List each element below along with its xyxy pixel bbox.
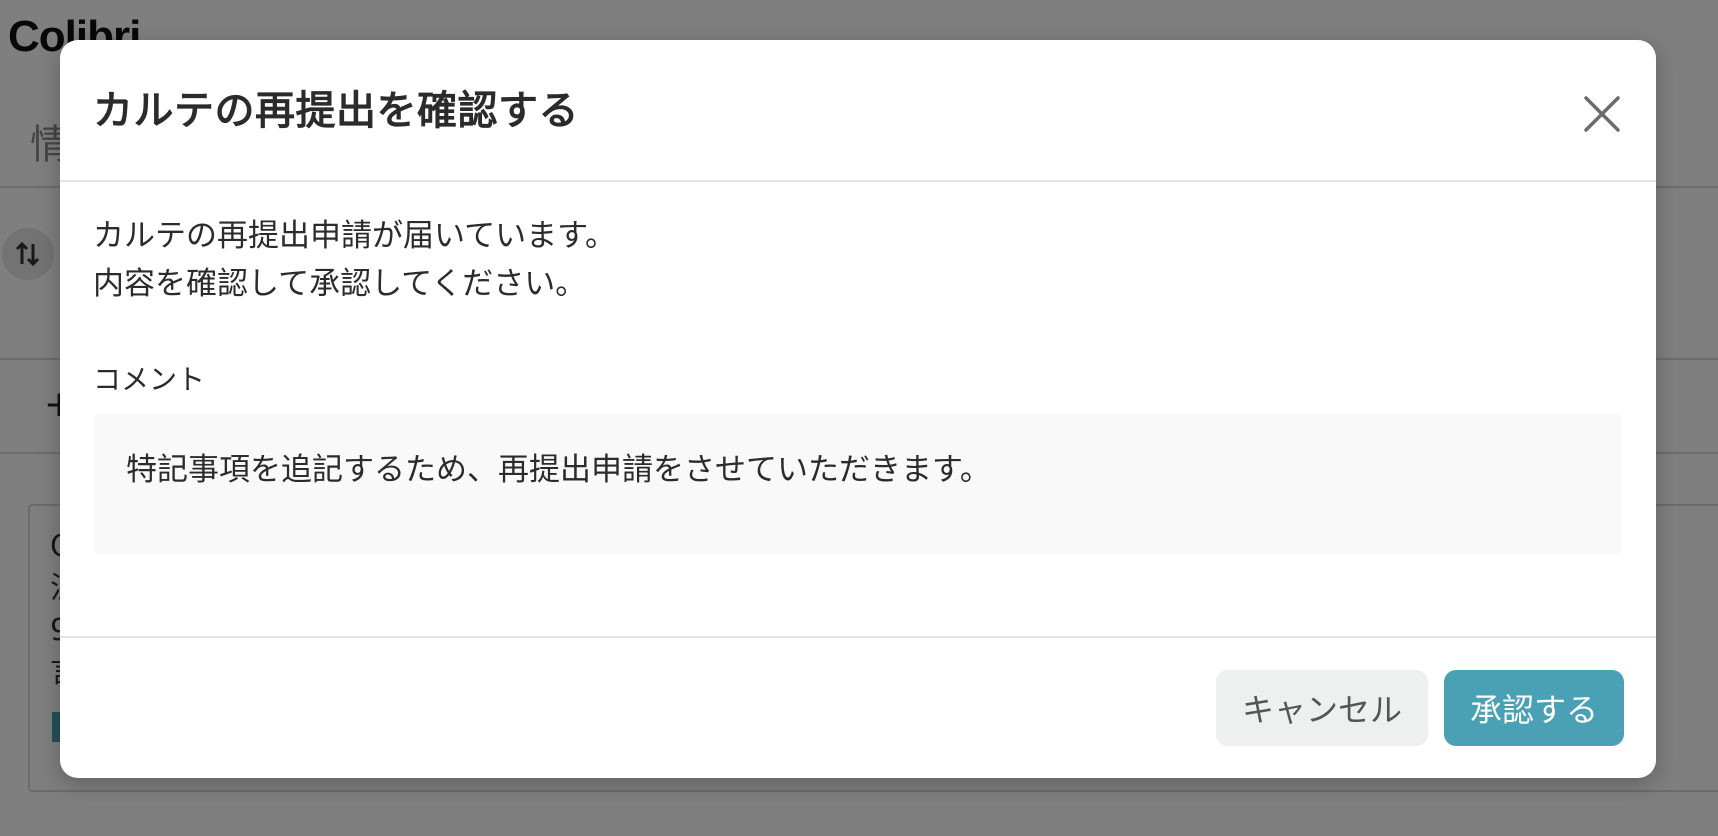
- comment-text: 特記事項を追記するため、再提出申請をさせていただきます。: [126, 452, 991, 488]
- cancel-button[interactable]: キャンセル: [1216, 670, 1428, 746]
- message-line: 内容を確認して承認してください。: [93, 266, 587, 302]
- comment-box: 特記事項を追記するため、再提出申請をさせていただきます。: [94, 414, 1622, 554]
- close-icon: [1584, 96, 1620, 132]
- modal-footer: キャンセル 承認する: [60, 636, 1656, 778]
- confirmation-message: カルテの再提出申請が届いています。 内容を確認して承認してください。: [93, 212, 616, 308]
- modal-body: カルテの再提出申請が届いています。 内容を確認して承認してください。 コメント …: [60, 182, 1656, 676]
- modal-header: カルテの再提出を確認する: [60, 40, 1656, 182]
- modal-title: カルテの再提出を確認する: [93, 88, 579, 134]
- approve-button[interactable]: 承認する: [1444, 670, 1624, 746]
- comment-label: コメント: [93, 363, 206, 396]
- resubmission-confirm-dialog: カルテの再提出を確認する カルテの再提出申請が届いています。 内容を確認して承認…: [60, 40, 1656, 778]
- message-line: カルテの再提出申請が届いています。: [93, 218, 616, 254]
- close-button[interactable]: [1574, 86, 1630, 142]
